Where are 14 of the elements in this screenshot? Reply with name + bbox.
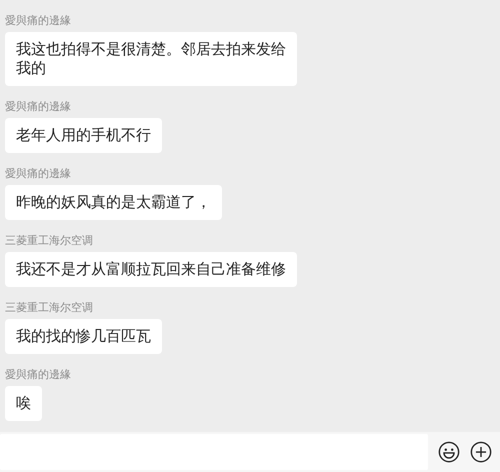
emoji-icon[interactable]: [438, 441, 460, 463]
sender-name: 三菱重工海尔空调: [5, 234, 93, 248]
sender-name: 愛與痛的邊緣: [5, 14, 71, 28]
sender-name: 三菱重工海尔空调: [5, 301, 93, 315]
message-bubble: 我还不是才从富顺拉瓦回来自己准备维修: [5, 252, 297, 287]
sender-name: 愛與痛的邊緣: [5, 167, 71, 181]
message-bubble: 老年人用的手机不行: [5, 118, 162, 153]
message-bubble: 昨晚的妖风真的是太霸道了，: [5, 185, 222, 220]
sender-name: 愛與痛的邊緣: [5, 368, 71, 382]
message-bubble: 唉: [5, 386, 42, 421]
add-icon[interactable]: [470, 441, 492, 463]
message-bubble: 我这也拍得不是很清楚。邻居去拍来发给我的: [5, 32, 297, 86]
sender-name: 愛與痛的邊緣: [5, 100, 71, 114]
message-bubble: 我的找的惨几百匹瓦: [5, 319, 162, 354]
